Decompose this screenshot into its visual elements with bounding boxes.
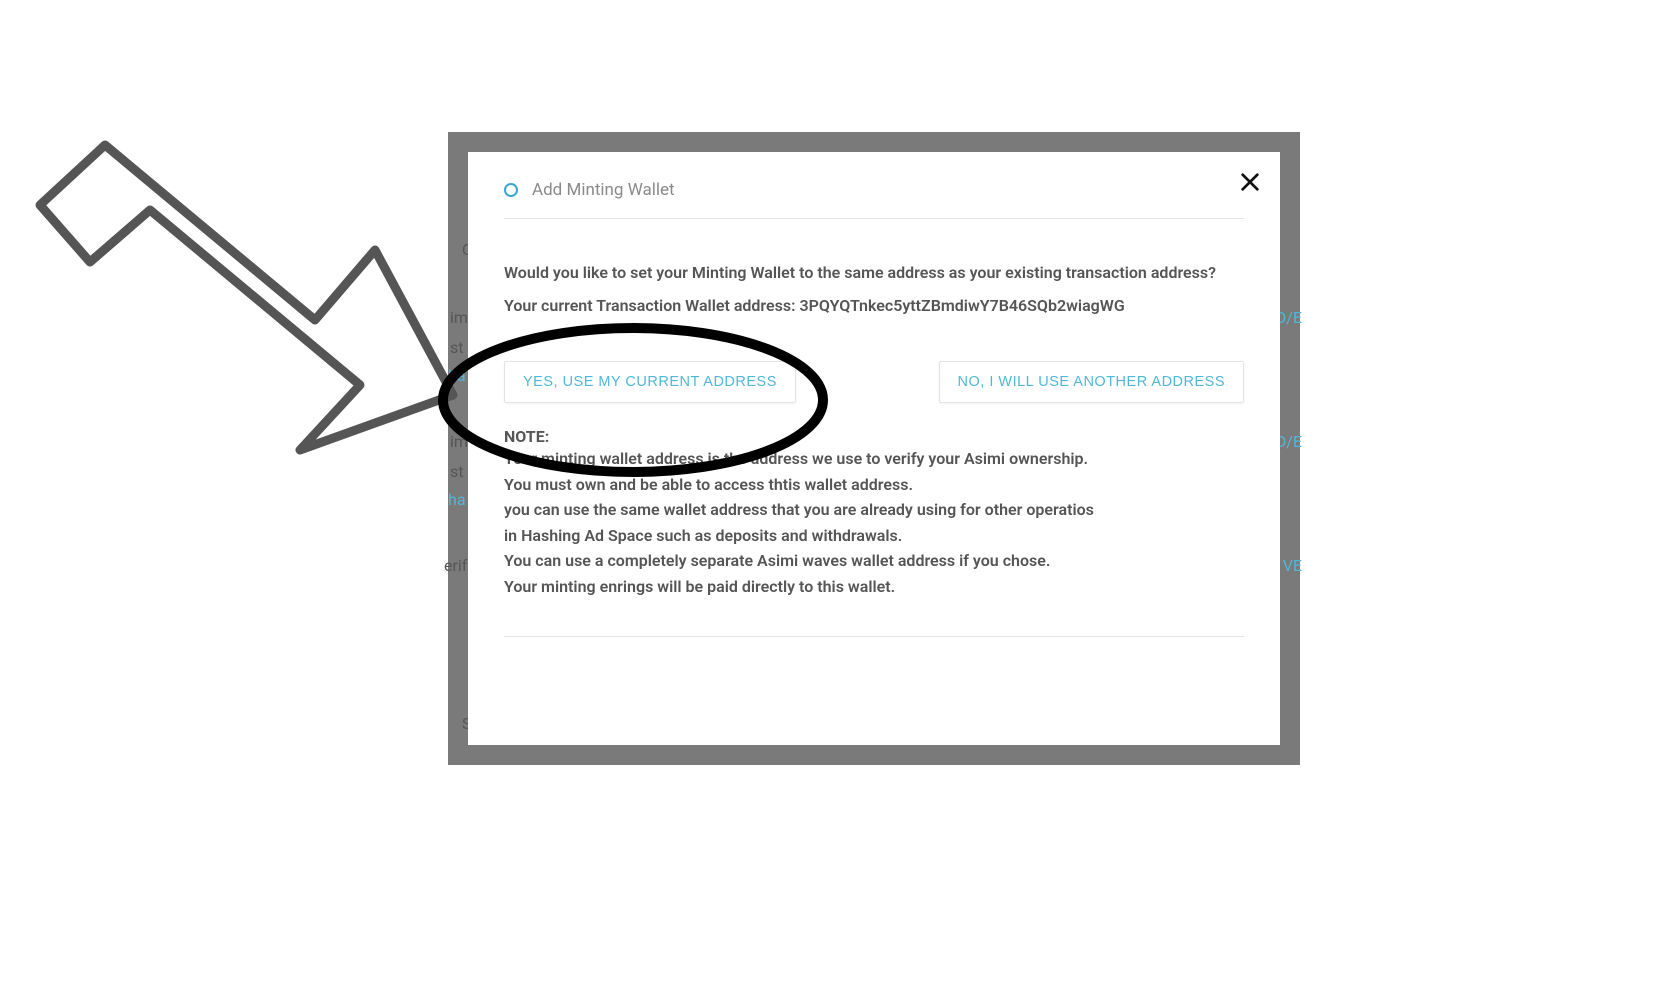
note-line: Your minting wallet address is the addre… <box>504 446 1244 472</box>
close-icon <box>1239 171 1261 193</box>
yes-use-current-address-button[interactable]: YES, USE MY CURRENT ADDRESS <box>504 361 796 403</box>
close-button[interactable] <box>1228 160 1272 204</box>
arrow-icon <box>40 145 453 450</box>
note-line: You must own and be able to access thtis… <box>504 472 1244 498</box>
note-line: Your minting enrings will be paid direct… <box>504 574 1244 600</box>
bg-fragment: im <box>450 432 468 451</box>
no-use-another-address-button[interactable]: NO, I WILL USE ANOTHER ADDRESS <box>939 361 1244 403</box>
note-heading: NOTE: <box>504 427 1244 446</box>
note-line: you can use the same wallet address that… <box>504 497 1244 523</box>
bg-fragment: ha <box>448 366 466 385</box>
bg-fragment: st <box>450 338 464 357</box>
modal-question: Would you like to set your Minting Walle… <box>504 263 1244 282</box>
bg-fragment: ha <box>448 490 466 509</box>
note-line: in Hashing Ad Space such as deposits and… <box>504 523 1244 549</box>
current-address-line: Your current Transaction Wallet address:… <box>504 296 1244 315</box>
modal-header: Add Minting Wallet <box>504 180 1244 219</box>
add-minting-wallet-modal: Add Minting Wallet Would you like to set… <box>468 152 1280 745</box>
current-address-label: Your current Transaction Wallet address: <box>504 296 795 315</box>
bg-fragment: VE <box>1283 556 1302 575</box>
modal-title: Add Minting Wallet <box>532 180 675 200</box>
note-line: You can use a completely separate Asimi … <box>504 548 1244 574</box>
bg-fragment: erif <box>444 556 467 575</box>
bg-fragment: st <box>450 462 464 481</box>
button-row: YES, USE MY CURRENT ADDRESS NO, I WILL U… <box>504 361 1244 403</box>
radio-indicator-icon <box>504 183 518 197</box>
bg-fragment: im <box>450 308 468 327</box>
current-address-value: 3PQYQTnkec5yttZBmdiwY7B46SQb2wiagWG <box>799 296 1124 315</box>
modal-footer-rule <box>504 636 1244 638</box>
